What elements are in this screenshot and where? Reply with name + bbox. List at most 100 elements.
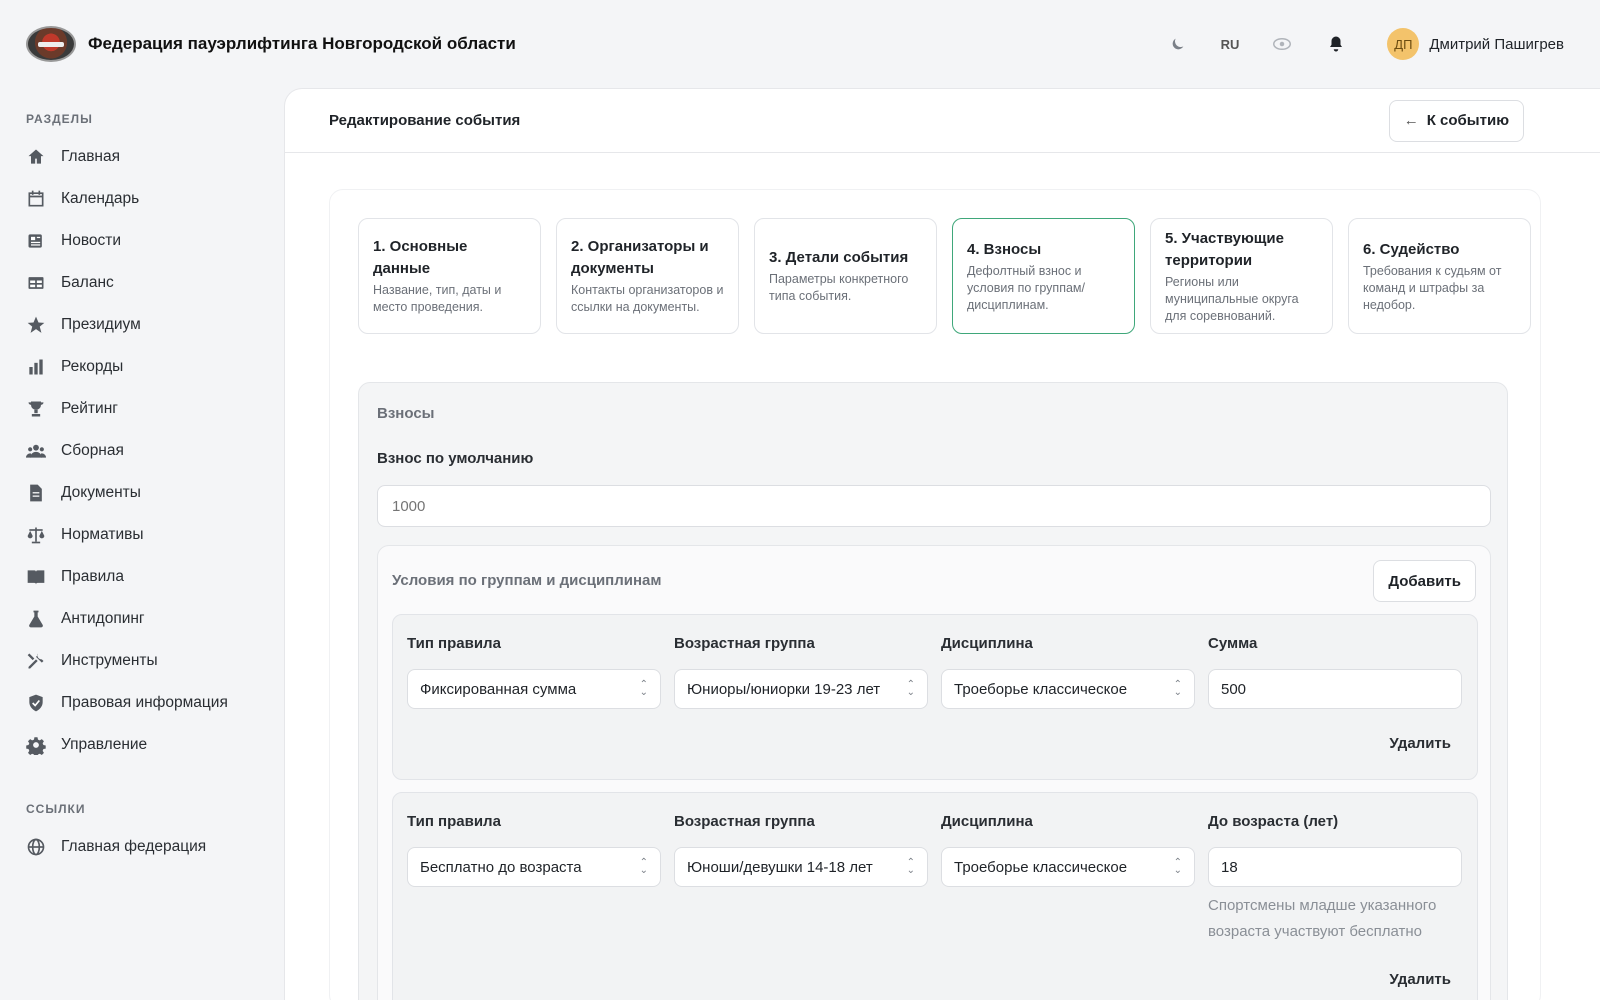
discipline-select[interactable]: Троеборье классическое ⌃ ⌄ (941, 669, 1195, 709)
sidebar-item-label: Главная федерация (61, 838, 207, 855)
sidebar-item-label: Главная (61, 148, 120, 165)
book-icon (27, 570, 45, 585)
default-fee-label: Взнос по умолчанию (377, 450, 534, 467)
sidebar-item-label: Новости (61, 232, 122, 249)
trophy-icon (28, 401, 44, 417)
home-icon (28, 149, 44, 164)
sidebar-item-label: Правила (61, 568, 124, 585)
sidebar-item-standards[interactable]: Нормативы (26, 514, 282, 556)
step-event-details[interactable]: 3. Детали события Параметры конкретного … (754, 218, 937, 334)
arrow-left-icon: ← (1403, 112, 1419, 129)
step-judging[interactable]: 6. Судейство Требования к судьям от кома… (1348, 218, 1531, 334)
rule-type-label: Тип правила (407, 635, 501, 652)
sidebar-item-label: Рейтинг (61, 400, 118, 417)
select-value: Троеборье классическое (954, 680, 1128, 698)
eye-icon[interactable] (1271, 33, 1293, 55)
sidebar-item-label: Сборная (61, 442, 124, 459)
tools-icon (27, 653, 44, 669)
user-name[interactable]: Дмитрий Пашигрев (1429, 36, 1564, 53)
sidebar-item-rating[interactable]: Рейтинг (26, 388, 282, 430)
step-territories[interactable]: 5. Участвующие территории Регионы или му… (1150, 218, 1333, 334)
bell-icon[interactable] (1325, 33, 1347, 55)
sidebar-item-records[interactable]: Рекорды (26, 346, 282, 388)
sidebar-item-home[interactable]: Главная (26, 136, 282, 178)
sidebar-item-label: Документы (61, 484, 141, 501)
sidebar-item-label: Баланс (61, 274, 114, 291)
age-group-select[interactable]: Юноши/девушки 14-18 лет ⌃ ⌄ (674, 847, 928, 887)
chevron-up-down-icon: ⌃ ⌄ (639, 857, 648, 876)
rule-fields: Фиксированная сумма ⌃ ⌄ Юниоры/юниорки 19… (407, 669, 1475, 709)
federation-logo[interactable] (26, 26, 76, 62)
sidebar-item-label: Правовая информация (61, 694, 228, 711)
amount-input[interactable]: 500 (1208, 669, 1462, 709)
step-description: Название, тип, даты и место проведения. (373, 283, 502, 314)
sidebar-item-team[interactable]: Сборная (26, 430, 282, 472)
moon-icon[interactable] (1167, 33, 1189, 55)
default-fee-input[interactable] (377, 485, 1491, 527)
sidebar-item-balance[interactable]: Баланс (26, 262, 282, 304)
rule-type-select[interactable]: Фиксированная сумма ⌃ ⌄ (407, 669, 661, 709)
fees-heading: Взносы (377, 405, 435, 422)
step-organizers[interactable]: 2. Организаторы и документы Контакты орг… (556, 218, 739, 334)
language-switch[interactable]: RU (1221, 37, 1240, 52)
sidebar-item-main-federation[interactable]: Главная федерация (26, 826, 282, 868)
rule-labels: Тип правила Возрастная группа Дисциплина… (407, 635, 1475, 652)
delete-rule-button[interactable]: Удалить (1389, 735, 1451, 752)
sidebar: РАЗДЕЛЫ Главная Календарь Новости Баланс… (0, 88, 282, 1000)
input-value: 500 (1221, 680, 1247, 698)
step-title: 3. Детали события (769, 249, 909, 266)
select-value: Юниоры/юниорки 19-23 лет (687, 680, 881, 698)
back-button-label: К событию (1426, 112, 1509, 129)
select-value: Бесплатно до возраста (420, 858, 582, 876)
back-to-event-button[interactable]: ← К событию (1388, 99, 1524, 142)
bar-chart-icon (29, 359, 43, 375)
sidebar-item-label: Президиум (61, 316, 141, 333)
step-title: 5. Участвующие территории (1165, 229, 1284, 269)
step-fees[interactable]: 4. Взносы Дефолтный взнос и условия по г… (952, 218, 1135, 334)
sidebar-item-calendar[interactable]: Календарь (26, 178, 282, 220)
content-area: 1. Основные данные Название, тип, даты и… (329, 189, 1541, 1000)
app-title: Федерация пауэрлифтинга Новгородской обл… (88, 34, 516, 53)
calendar-icon (28, 190, 44, 207)
max-age-input[interactable]: 18 (1208, 847, 1462, 887)
gear-icon (26, 737, 46, 755)
sidebar-item-presidium[interactable]: Президиум (26, 304, 282, 346)
sidebar-item-antidoping[interactable]: Антидопинг (26, 598, 282, 640)
chevron-up-down-icon: ⌃ ⌄ (906, 679, 915, 698)
sidebar-item-documents[interactable]: Документы (26, 472, 282, 514)
conditions-section: Условия по группам и дисциплинам Добавит… (377, 545, 1491, 1000)
chevron-up-down-icon: ⌃ ⌄ (906, 857, 915, 876)
avatar[interactable]: ДП (1387, 28, 1420, 60)
sidebar-item-legal[interactable]: Правовая информация (26, 682, 282, 724)
sidebar-item-label: Инструменты (61, 652, 158, 669)
select-value: Фиксированная сумма (420, 680, 577, 698)
sidebar-section-title: РАЗДЕЛЫ (26, 112, 93, 126)
step-description: Параметры конкретного типа события. (769, 272, 909, 303)
max-age-label: До возраста (лет) (1208, 813, 1339, 830)
flask-icon (29, 610, 43, 628)
delete-rule-button[interactable]: Удалить (1389, 971, 1451, 988)
chevron-up-down-icon: ⌃ ⌄ (1173, 857, 1182, 876)
step-title: 2. Организаторы и документы (571, 238, 709, 277)
sidebar-item-rules[interactable]: Правила (26, 556, 282, 598)
sidebar-item-tools[interactable]: Инструменты (26, 640, 282, 682)
step-description: Контакты организаторов и ссылки на докум… (571, 283, 724, 314)
sidebar-item-management[interactable]: Управление (26, 724, 282, 766)
rule-type-select[interactable]: Бесплатно до возраста ⌃ ⌄ (407, 847, 661, 887)
table-icon (28, 277, 44, 289)
select-value: Троеборье классическое (954, 858, 1128, 876)
add-condition-button[interactable]: Добавить (1373, 560, 1476, 602)
step-title: 4. Взносы (967, 240, 1042, 258)
step-basic-data[interactable]: 1. Основные данные Название, тип, даты и… (358, 218, 541, 334)
discipline-select[interactable]: Троеборье классическое ⌃ ⌄ (941, 847, 1195, 887)
news-icon (28, 234, 42, 248)
chevron-up-down-icon: ⌃ ⌄ (1173, 679, 1182, 698)
step-description: Дефолтный взнос и условия по группам/дис… (967, 263, 1085, 312)
age-group-select[interactable]: Юниоры/юниорки 19-23 лет ⌃ ⌄ (674, 669, 928, 709)
conditions-title: Условия по группам и дисциплинам (392, 572, 662, 589)
page-title: Редактирование события (329, 112, 521, 129)
select-value: Юноши/девушки 14-18 лет (687, 858, 873, 876)
step-description: Требования к судьям от команд и штрафы з… (1363, 263, 1502, 312)
sidebar-item-news[interactable]: Новости (26, 220, 282, 262)
sidebar-item-label: Управление (61, 736, 148, 753)
